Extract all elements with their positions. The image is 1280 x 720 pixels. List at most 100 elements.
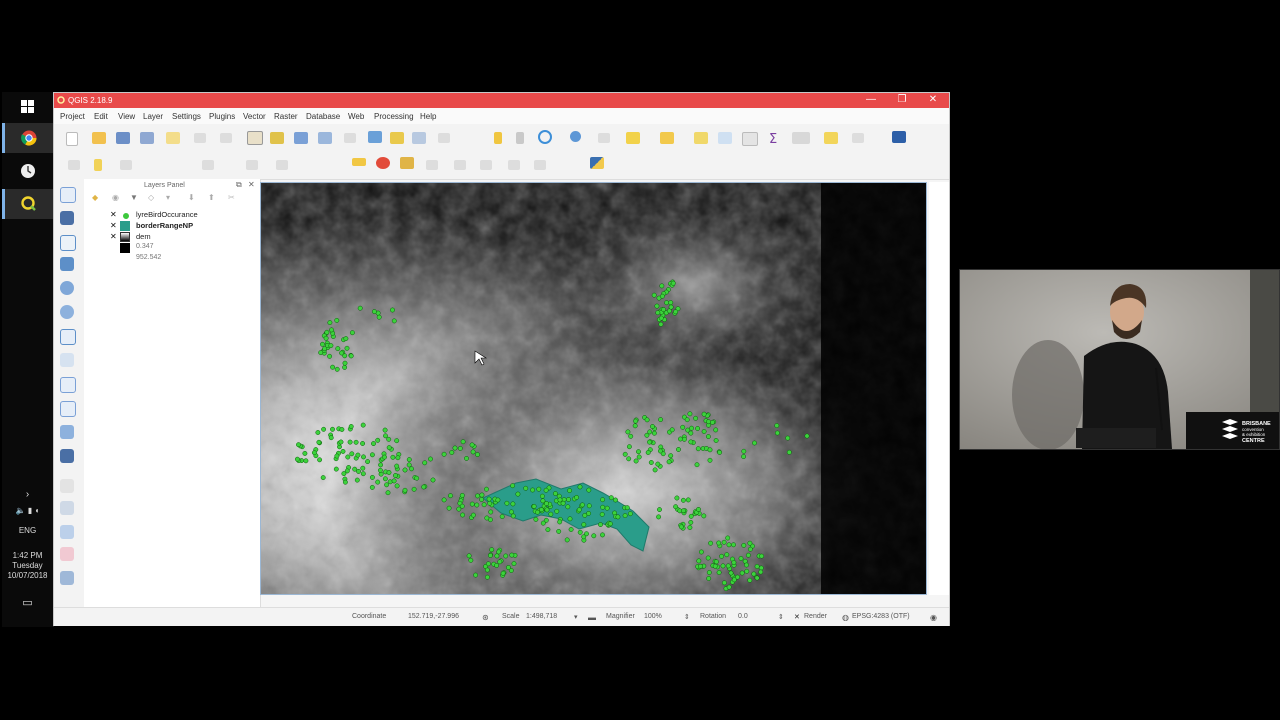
close-button[interactable]: ✕ xyxy=(918,94,948,105)
tray-language[interactable]: ENG xyxy=(2,526,53,536)
refresh-icon[interactable] xyxy=(538,130,552,144)
save-project-icon[interactable] xyxy=(116,132,130,144)
new-shapefile-tool-icon[interactable] xyxy=(60,401,76,417)
manage-visibility-icon[interactable]: ◉ xyxy=(112,193,119,202)
lock-scale-icon[interactable]: ▬ xyxy=(588,613,596,622)
add-wmts-tool-icon[interactable] xyxy=(60,571,74,585)
menu-raster[interactable]: Raster xyxy=(274,112,298,121)
layer-name-dem[interactable]: dem xyxy=(136,232,151,241)
menu-web[interactable]: Web xyxy=(348,112,364,121)
notification-center-icon[interactable]: ▭ xyxy=(2,598,53,609)
zoom-out-icon[interactable] xyxy=(318,132,332,144)
zoom-last-icon[interactable] xyxy=(438,133,450,143)
select-features-icon[interactable] xyxy=(626,132,640,144)
menu-help[interactable]: Help xyxy=(420,112,436,121)
print-composer-icon[interactable] xyxy=(166,132,180,144)
select-by-expression-icon[interactable] xyxy=(660,132,674,144)
menu-processing[interactable]: Processing xyxy=(374,112,414,121)
menu-view[interactable]: View xyxy=(118,112,135,121)
zoom-in-icon[interactable] xyxy=(294,132,308,144)
layer-visibility-checkbox[interactable]: ✕ xyxy=(110,221,117,230)
edit-pencil-icon[interactable] xyxy=(94,159,102,171)
new-bookmark-icon[interactable] xyxy=(494,132,502,144)
new-project-icon[interactable] xyxy=(66,132,78,146)
map-tips-icon[interactable] xyxy=(824,132,838,144)
extents-toggle-icon[interactable]: ⊛ xyxy=(482,613,489,622)
identify-features-icon[interactable] xyxy=(570,131,581,142)
field-calculator-icon[interactable] xyxy=(742,132,758,146)
menu-layer[interactable]: Layer xyxy=(143,112,163,121)
render-checkbox[interactable]: ✕ xyxy=(794,613,800,621)
menu-plugins[interactable]: Plugins xyxy=(209,112,235,121)
add-mssql-tool-icon[interactable] xyxy=(60,501,74,515)
scale-dropdown-icon[interactable]: ▾ xyxy=(574,613,578,621)
layer-name-lyrebird[interactable]: lyreBirdOccurance xyxy=(136,210,198,219)
magnifier-value[interactable]: 100% xyxy=(644,613,662,620)
tray-expand-chevron-icon[interactable]: › xyxy=(2,490,53,500)
map-canvas[interactable] xyxy=(260,182,927,595)
rotation-value[interactable]: 0.0 xyxy=(738,613,748,620)
python-console-icon[interactable] xyxy=(590,157,604,169)
maximize-button[interactable]: ❐ xyxy=(887,94,917,105)
windows-start-button[interactable] xyxy=(2,92,53,122)
composer-manager-icon[interactable] xyxy=(194,133,206,143)
add-wms-tool-icon[interactable] xyxy=(60,281,74,295)
rotation-stepper-icon[interactable]: ⇕ xyxy=(778,613,784,621)
pan-to-selection-icon[interactable] xyxy=(270,132,284,144)
label-toolbar-icon[interactable] xyxy=(352,158,366,166)
pan-hand-icon[interactable] xyxy=(247,131,263,145)
deselect-all-icon[interactable] xyxy=(694,132,708,144)
add-vector-layer-tool-icon[interactable] xyxy=(60,187,76,203)
add-virtual-layer-tool-icon[interactable] xyxy=(60,377,76,393)
measure-line-icon[interactable] xyxy=(792,132,810,144)
collapse-all-icon[interactable]: ⬇ xyxy=(188,193,195,202)
menu-project[interactable]: Project xyxy=(60,112,85,121)
menu-vector[interactable]: Vector xyxy=(243,112,266,121)
layer-styling-icon[interactable] xyxy=(376,157,390,169)
add-delimited-text-tool-icon[interactable] xyxy=(60,353,74,367)
zoom-to-selection-icon[interactable] xyxy=(390,132,404,144)
show-bookmarks-icon[interactable] xyxy=(516,132,524,144)
messages-icon[interactable]: ◉ xyxy=(930,613,937,622)
minimize-button[interactable]: — xyxy=(856,94,886,105)
layer-visibility-checkbox[interactable]: ✕ xyxy=(110,210,117,219)
new-gpkg-tool-icon[interactable] xyxy=(60,449,74,463)
save-as-icon[interactable] xyxy=(140,132,154,144)
menu-settings[interactable]: Settings xyxy=(172,112,201,121)
add-wcs-tool-icon[interactable] xyxy=(60,305,74,319)
scale-value[interactable]: 1:498,718 xyxy=(526,613,557,620)
add-vector-layer-icon[interactable] xyxy=(400,157,414,169)
zoom-to-layer-icon[interactable] xyxy=(412,132,426,144)
close-panel-icon[interactable]: ✕ xyxy=(248,180,255,189)
statistics-sum-icon[interactable]: Σ xyxy=(767,131,781,145)
menu-edit[interactable]: Edit xyxy=(94,112,108,121)
attribute-table-icon[interactable] xyxy=(718,132,732,144)
layer-visibility-checkbox[interactable]: ✕ xyxy=(110,232,117,241)
taskbar-chrome-button[interactable] xyxy=(2,123,53,153)
magnifier-stepper-icon[interactable]: ⇕ xyxy=(684,613,690,621)
add-postgis-tool-icon[interactable] xyxy=(60,257,74,271)
crs-value[interactable]: EPSG:4283 (OTF) xyxy=(852,613,910,620)
add-oracle-tool-icon[interactable] xyxy=(60,479,74,493)
layer-name-borderrange[interactable]: borderRangeNP xyxy=(136,221,193,230)
remove-layer-icon[interactable]: ✂ xyxy=(228,193,235,202)
tray-icons[interactable]: 🔈 ▮ ◖ xyxy=(2,506,53,516)
title-bar[interactable]: QGIS 2.18.9 — ❐ ✕ xyxy=(54,93,949,108)
help-icon[interactable] xyxy=(892,131,906,143)
zoom-full-icon[interactable] xyxy=(368,131,382,143)
add-wfs-tool-icon[interactable] xyxy=(60,329,76,345)
taskbar-qgis-button[interactable] xyxy=(2,189,53,219)
open-project-icon[interactable] xyxy=(92,132,106,144)
move-up-icon[interactable]: ⬆ xyxy=(208,193,215,202)
add-group-icon[interactable]: ◆ xyxy=(92,193,98,202)
menu-database[interactable]: Database xyxy=(306,112,340,121)
crs-globe-icon[interactable]: ◍ xyxy=(842,613,849,622)
new-spatialite-tool-icon[interactable] xyxy=(60,425,74,439)
zoom-native-icon[interactable] xyxy=(344,133,356,143)
add-raster-layer-tool-icon[interactable] xyxy=(60,211,74,225)
filter-expression-icon[interactable]: ◇ xyxy=(148,193,154,202)
expand-all-icon[interactable]: ▾ xyxy=(166,193,170,202)
text-annotation-icon[interactable] xyxy=(852,133,864,143)
float-panel-icon[interactable]: ⧉ xyxy=(236,180,242,190)
add-db2-tool-icon[interactable] xyxy=(60,525,74,539)
